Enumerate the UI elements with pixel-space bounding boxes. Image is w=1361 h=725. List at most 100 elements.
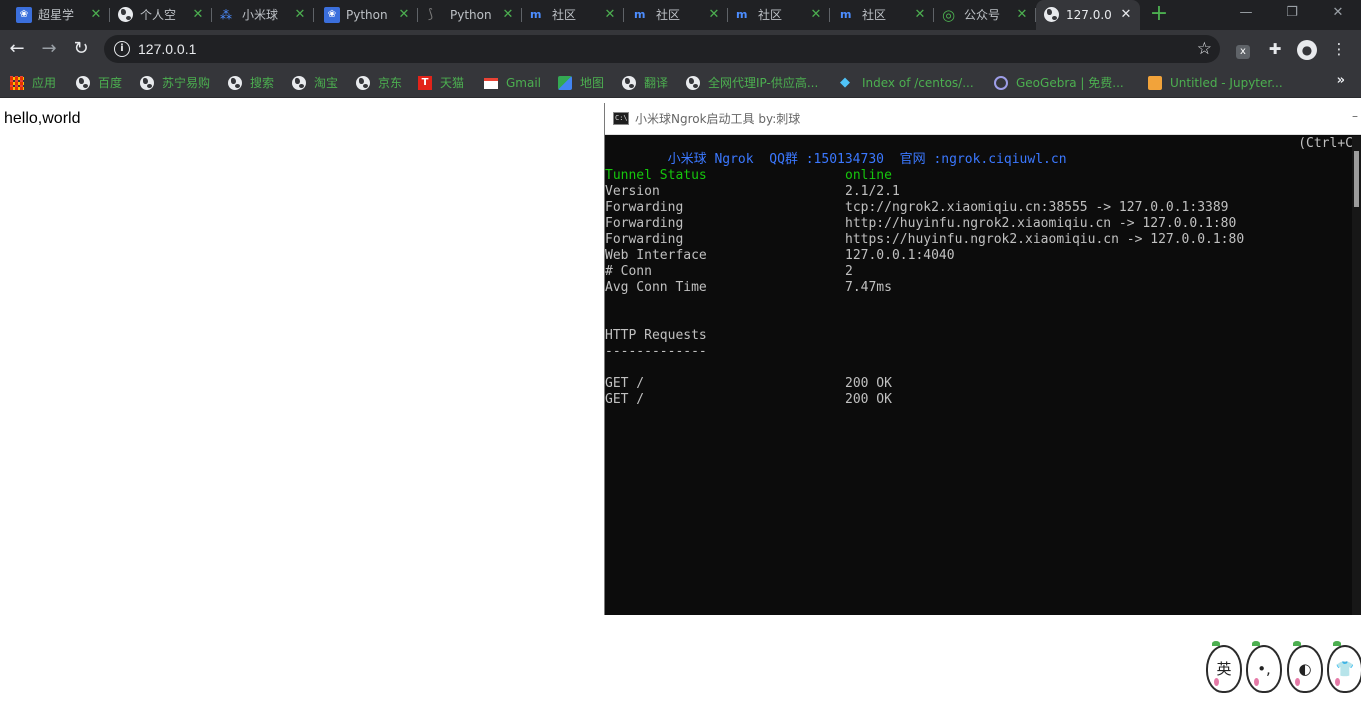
status-label: Forwarding bbox=[605, 216, 684, 231]
tab-title: 127.0.0 bbox=[1066, 8, 1112, 22]
address-url[interactable]: 127.0.0.1 bbox=[138, 40, 196, 58]
tab-close-icon[interactable]: ✕ bbox=[190, 7, 206, 23]
status-label: Tunnel Status bbox=[605, 168, 707, 183]
tab-9[interactable]: m 社区 ✕ bbox=[832, 0, 934, 30]
baidu-paw-icon: ❀ bbox=[16, 7, 32, 23]
bookmark-label: 百度 bbox=[98, 76, 123, 90]
tab-1[interactable]: ❀ 超星学 ✕ bbox=[8, 0, 110, 30]
tab-4[interactable]: ❀ Python ✕ bbox=[316, 0, 418, 30]
tab-6[interactable]: m 社区 ✕ bbox=[522, 0, 624, 30]
sticker-shirt-icon: 👕 bbox=[1327, 641, 1361, 693]
status-label: # Conn bbox=[605, 264, 652, 279]
console-scrollbar-thumb[interactable] bbox=[1354, 151, 1359, 207]
tab-5[interactable]: ⟆ Python ✕ bbox=[420, 0, 522, 30]
new-tab-button[interactable]: + bbox=[1145, 2, 1173, 28]
tab-close-icon[interactable]: ✕ bbox=[500, 7, 516, 23]
extension-x-icon[interactable]: x bbox=[1232, 38, 1254, 60]
tab-close-icon[interactable]: ✕ bbox=[912, 7, 928, 23]
sticker-blush bbox=[1295, 678, 1300, 686]
console-scrollbar[interactable] bbox=[1352, 136, 1361, 615]
site-info-icon[interactable]: i bbox=[114, 41, 130, 57]
bookmark-item[interactable]: Untitled - Jupyter... bbox=[1148, 73, 1314, 93]
tab-close-icon[interactable]: ✕ bbox=[1014, 7, 1030, 23]
sticker-sprout bbox=[1293, 641, 1301, 646]
console-output: 小米球 Ngrok QQ群 :150134730 官网 :ngrok.ciqiu… bbox=[605, 136, 1353, 615]
tab-title: 社区 bbox=[552, 8, 577, 22]
sticker-sprout bbox=[1333, 641, 1341, 646]
forward-arrow-icon[interactable]: → bbox=[36, 36, 62, 62]
tab-close-icon[interactable]: ✕ bbox=[706, 7, 722, 23]
tab-separator bbox=[829, 8, 830, 22]
status-row: Forwarding tcp://ngrok2.xiaomiqiu.cn:3855… bbox=[605, 200, 1345, 216]
status-value: 7.47ms bbox=[845, 280, 892, 295]
bookmarks-overflow-icon[interactable]: » bbox=[1337, 73, 1345, 88]
bookmark-label: Gmail bbox=[506, 76, 542, 90]
baidu-paw-icon: ❀ bbox=[324, 7, 340, 23]
tab-title: Python bbox=[450, 8, 492, 22]
extensions-puzzle-icon[interactable]: ✚ bbox=[1264, 38, 1286, 60]
tab-title: Python bbox=[346, 8, 388, 22]
ngrok-console-window[interactable]: 小米球Ngrok启动工具 by:刺球 – 小米球 Ngrok QQ群 :1501… bbox=[604, 103, 1361, 615]
xiaomiqiu-icon: ⁂ bbox=[220, 8, 232, 22]
globe-icon bbox=[356, 76, 370, 90]
bookmark-item[interactable]: 搜索 bbox=[228, 73, 286, 93]
bookmark-item[interactable]: 百度 bbox=[76, 73, 134, 93]
tab-close-icon[interactable]: ✕ bbox=[396, 7, 412, 23]
bookmark-item[interactable]: 全网代理IP-供应高... bbox=[686, 73, 834, 93]
bookmark-star-icon[interactable]: ☆ bbox=[1197, 39, 1212, 59]
status-label: Forwarding bbox=[605, 232, 684, 247]
tab-title: 小米球 bbox=[242, 8, 279, 22]
minimize-icon[interactable]: — bbox=[1223, 0, 1269, 30]
bookmark-item[interactable]: 京东 bbox=[356, 73, 412, 93]
menu-kebab-icon[interactable]: ⋮ bbox=[1328, 38, 1350, 60]
tmall-icon: T bbox=[418, 76, 432, 90]
tab-separator bbox=[417, 8, 418, 22]
wechat-icon: ◎ bbox=[942, 6, 956, 24]
tab-2[interactable]: 个人空 ✕ bbox=[110, 0, 212, 30]
console-titlebar[interactable]: 小米球Ngrok启动工具 by:刺球 – bbox=[605, 103, 1361, 135]
tab-close-icon[interactable]: ✕ bbox=[1118, 7, 1134, 23]
tab-11[interactable]: 127.0.0 ✕ bbox=[1036, 0, 1140, 30]
tab-8[interactable]: m 社区 ✕ bbox=[728, 0, 830, 30]
bookmark-item[interactable]: 地图 bbox=[558, 73, 616, 93]
back-arrow-icon[interactable]: ← bbox=[4, 36, 30, 62]
profile-avatar-icon[interactable]: ● bbox=[1296, 38, 1318, 60]
restore-icon[interactable]: ❐ bbox=[1269, 0, 1315, 30]
console-minimize-icon[interactable]: – bbox=[1352, 109, 1361, 123]
bookmark-label: 全网代理IP-供应高... bbox=[708, 76, 819, 90]
bookmark-item[interactable]: ◆ Index of /centos/... bbox=[840, 73, 988, 93]
globe-icon bbox=[76, 76, 90, 90]
tab-close-icon[interactable]: ✕ bbox=[808, 7, 824, 23]
bookmark-label: GeoGebra | 免费... bbox=[1016, 76, 1124, 90]
reload-icon[interactable]: ↻ bbox=[68, 36, 94, 62]
community-icon: m bbox=[840, 8, 852, 21]
console-header-right: (Ctrl+C bbox=[1298, 136, 1353, 151]
status-value: tcp://ngrok2.xiaomiqiu.cn:38555 -> 127.0… bbox=[845, 200, 1229, 215]
sticker-sprout bbox=[1252, 641, 1260, 646]
globe-icon bbox=[118, 7, 133, 22]
close-window-icon[interactable]: ✕ bbox=[1315, 0, 1361, 30]
bookmark-item[interactable]: GeoGebra | 免费... bbox=[994, 73, 1142, 93]
bookmark-item[interactable]: 淘宝 bbox=[292, 73, 350, 93]
tab-7[interactable]: m 社区 ✕ bbox=[626, 0, 728, 30]
bookmark-label: Index of /centos/... bbox=[862, 76, 974, 90]
bookmark-item[interactable]: 苏宁易购 bbox=[140, 73, 222, 93]
tab-close-icon[interactable]: ✕ bbox=[292, 7, 308, 23]
apps-grid-icon bbox=[10, 76, 24, 90]
bookmark-item[interactable]: Gmail bbox=[484, 73, 552, 93]
tab-close-icon[interactable]: ✕ bbox=[602, 7, 618, 23]
globe-icon bbox=[686, 76, 700, 90]
index-icon: ◆ bbox=[840, 75, 850, 90]
address-bar[interactable]: i 127.0.0.1 ☆ bbox=[104, 35, 1220, 63]
globe-icon bbox=[622, 76, 636, 90]
bookmark-item[interactable]: 应用 bbox=[10, 73, 70, 93]
sticker-glyph: 👕 bbox=[1335, 660, 1355, 678]
bookmark-item[interactable]: 翻译 bbox=[622, 73, 680, 93]
tab-close-icon[interactable]: ✕ bbox=[88, 7, 104, 23]
tab-separator bbox=[623, 8, 624, 22]
browser-tab-strip: ❀ 超星学 ✕ 个人空 ✕ ⁂ 小米球 ✕ ❀ Python ✕ ⟆ Python ✕ m 社区 ✕ m 社区 ✕ m 社… bbox=[0, 0, 1361, 30]
bookmark-item[interactable]: T 天猫 bbox=[418, 73, 478, 93]
request-method-path: GET / bbox=[605, 376, 645, 391]
tab-10[interactable]: ◎ 公众号 ✕ bbox=[934, 0, 1036, 30]
tab-3[interactable]: ⁂ 小米球 ✕ bbox=[212, 0, 314, 30]
